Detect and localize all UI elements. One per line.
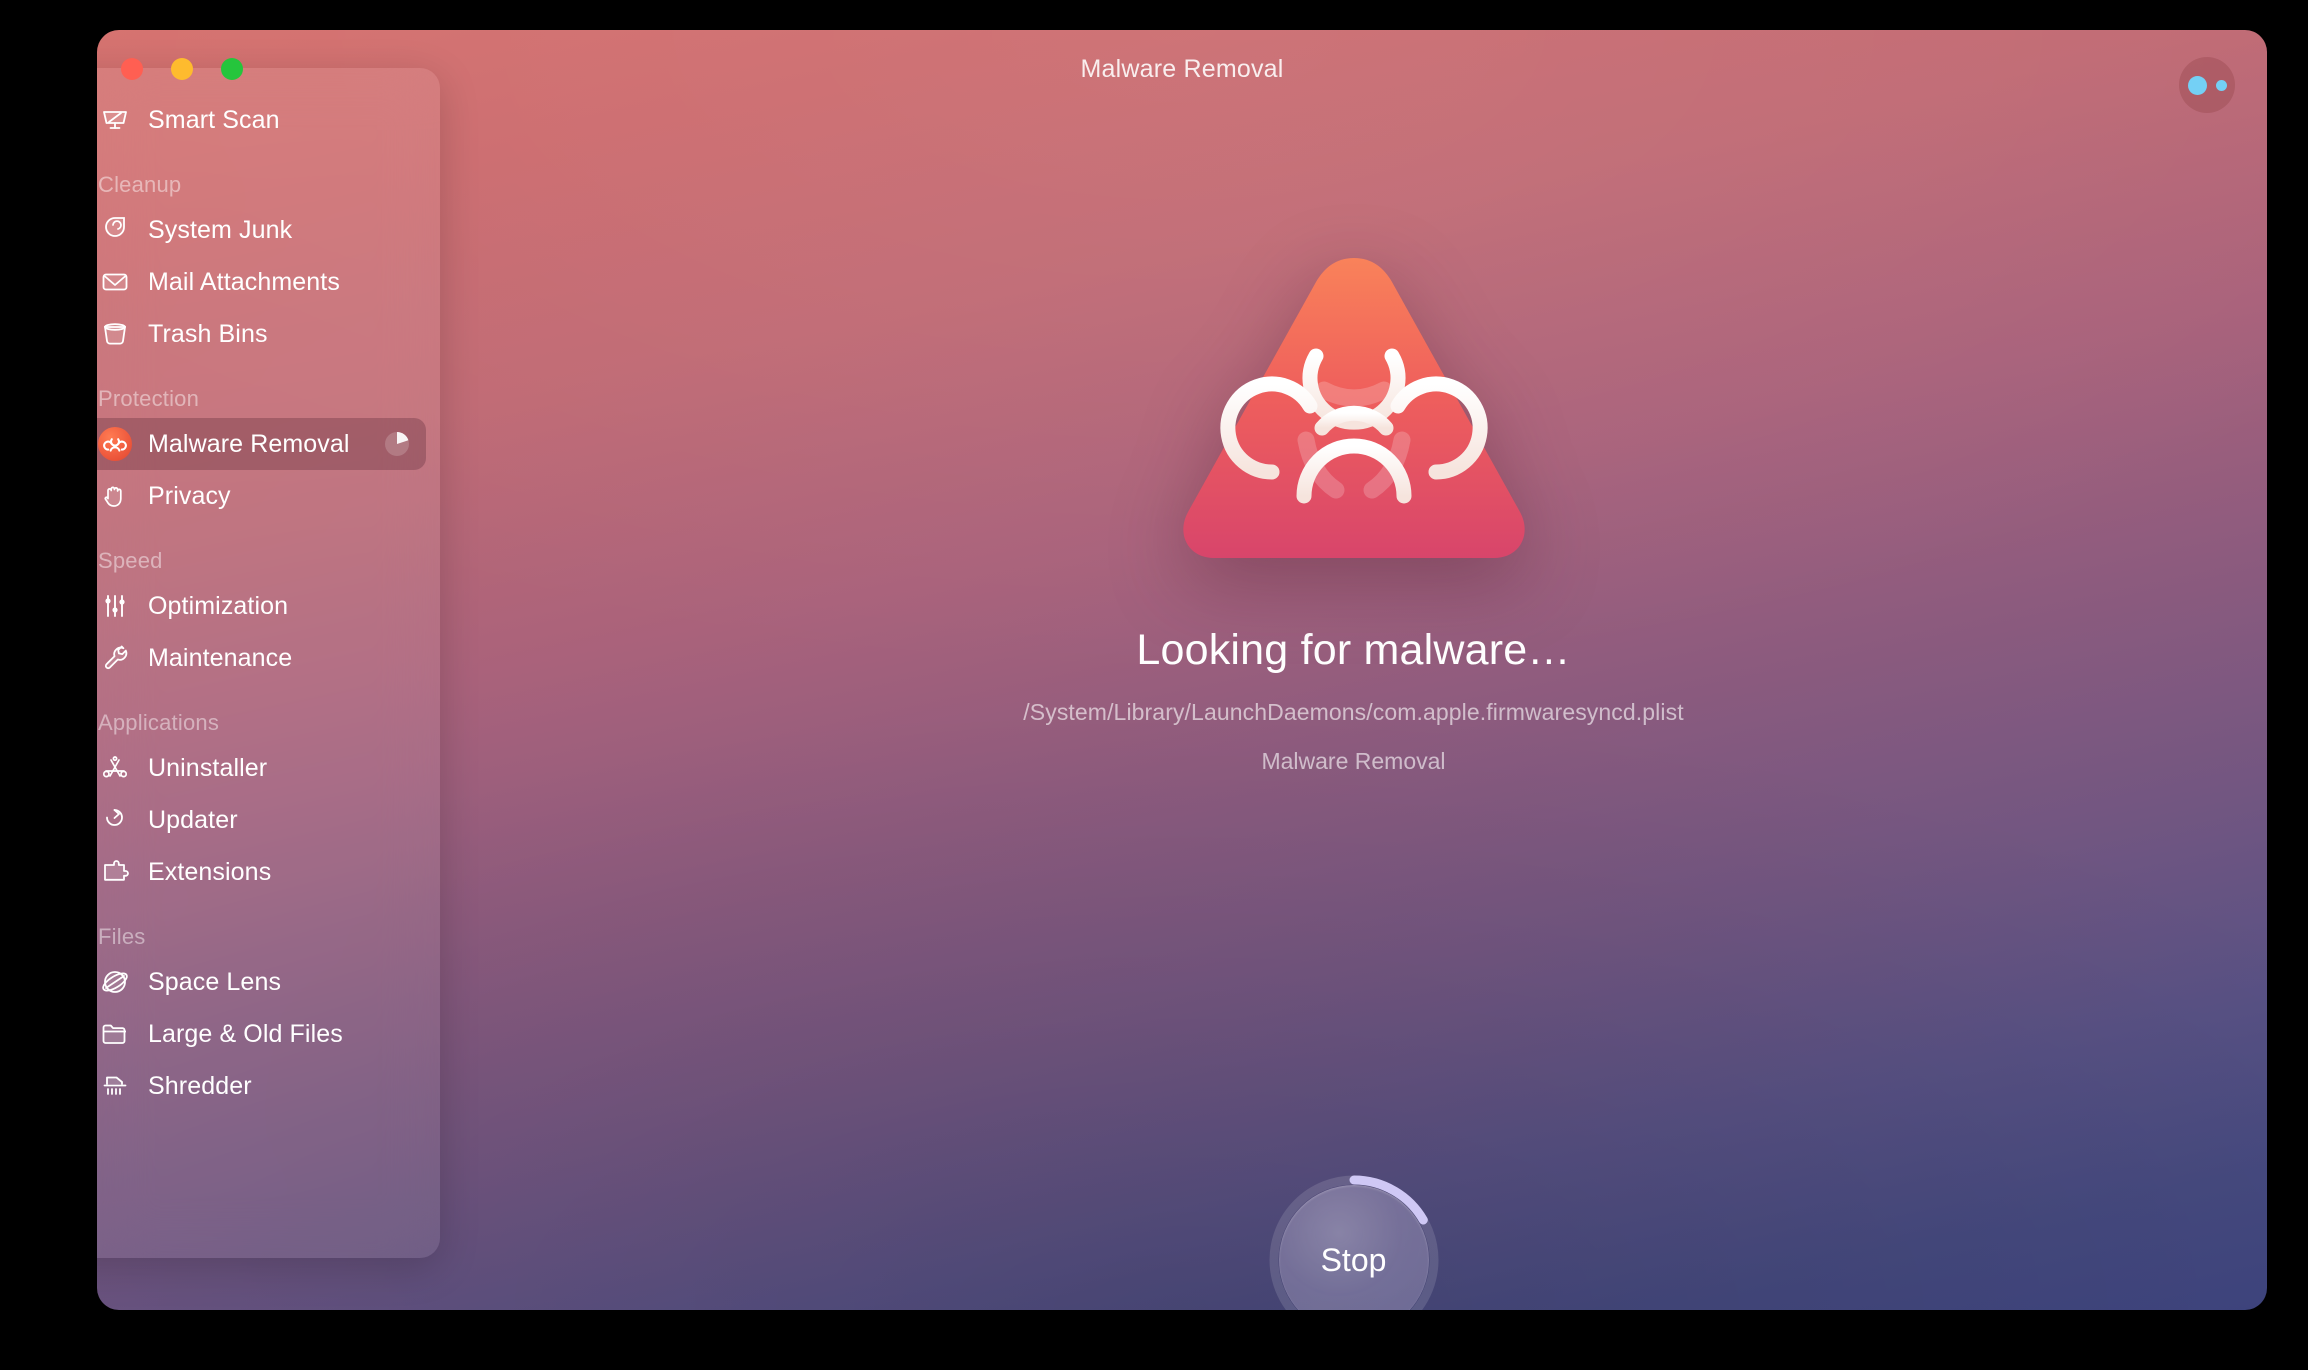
sidebar-item-uninstaller[interactable]: Uninstaller xyxy=(97,742,426,794)
app-window: Malware Removal Looking for malware… /Sy… xyxy=(97,30,2267,1310)
assistant-dot-small-icon xyxy=(2215,79,2227,91)
sidebar-group-applications: Applications xyxy=(98,710,220,735)
assistant-dot-large-icon xyxy=(2187,75,2207,95)
shredder-icon xyxy=(98,1069,132,1103)
sidebar-item-label: Smart Scan xyxy=(148,105,280,134)
titlebar: Malware Removal xyxy=(97,30,2267,113)
sidebar-group-protection: Protection xyxy=(98,386,200,411)
main-content: Looking for malware… /System/Library/Lau… xyxy=(440,108,2267,1310)
sidebar-item-system-junk[interactable]: System Junk xyxy=(97,204,426,256)
sidebar-item-label: Extensions xyxy=(148,857,272,886)
system-junk-icon xyxy=(98,213,132,247)
sidebar-item-label: Large & Old Files xyxy=(148,1019,343,1048)
hand-icon xyxy=(98,479,132,513)
space-lens-icon xyxy=(98,965,132,999)
assistant-button[interactable] xyxy=(2179,57,2235,113)
sidebar-item-label: Mail Attachments xyxy=(148,267,340,296)
sidebar-group-cleanup: Cleanup xyxy=(98,172,182,197)
scan-progress-stop-control: Stop xyxy=(1266,1172,1442,1310)
sliders-icon xyxy=(98,589,132,623)
sidebar-item-space-lens[interactable]: Space Lens xyxy=(97,956,426,1008)
status-current-path: /System/Library/LaunchDaemons/com.apple.… xyxy=(1023,699,1684,725)
folder-icon xyxy=(98,1017,132,1051)
sidebar-item-updater[interactable]: Updater xyxy=(97,794,426,846)
updater-arrow-icon xyxy=(98,803,132,837)
sidebar-item-shredder[interactable]: Shredder xyxy=(97,1060,426,1112)
sidebar-item-label: Space Lens xyxy=(148,967,282,996)
biohazard-icon xyxy=(98,427,132,461)
biohazard-triangle-icon xyxy=(1176,250,1532,570)
sidebar-item-label: Maintenance xyxy=(148,643,293,672)
sidebar-group-files: Files xyxy=(98,924,146,949)
sidebar-item-label: System Junk xyxy=(148,215,293,244)
page-title: Malware Removal xyxy=(1080,55,1284,83)
sidebar-item-label: Malware Removal xyxy=(148,429,350,458)
smart-scan-icon xyxy=(98,103,132,137)
scan-progress-pie-icon xyxy=(384,431,410,457)
sidebar-item-privacy[interactable]: Privacy xyxy=(97,470,426,522)
wrench-icon xyxy=(98,641,132,675)
sidebar-item-mail-attachments[interactable]: Mail Attachments xyxy=(97,256,426,308)
uninstaller-icon xyxy=(98,751,132,785)
sidebar-item-malware-removal[interactable]: Malware Removal xyxy=(97,418,426,470)
sidebar-item-label: Privacy xyxy=(148,481,231,510)
status-title: Looking for malware… xyxy=(1136,626,1571,674)
sidebar-item-optimization[interactable]: Optimization xyxy=(97,580,426,632)
sidebar-item-trash-bins[interactable]: Trash Bins xyxy=(97,308,426,360)
sidebar-item-label: Uninstaller xyxy=(148,753,268,782)
sidebar-item-label: Shredder xyxy=(148,1071,252,1100)
sidebar-item-maintenance[interactable]: Maintenance xyxy=(97,632,426,684)
sidebar-item-extensions[interactable]: Extensions xyxy=(97,846,426,898)
mail-icon xyxy=(98,265,132,299)
puzzle-piece-icon xyxy=(98,855,132,889)
status-module-name: Malware Removal xyxy=(1261,748,1446,774)
sidebar-group-speed: Speed xyxy=(98,548,163,573)
sidebar: Smart Scan Cleanup System Junk Mail Atta… xyxy=(97,68,440,1258)
sidebar-item-label: Trash Bins xyxy=(148,319,268,348)
sidebar-item-label: Optimization xyxy=(148,591,289,620)
sidebar-item-label: Updater xyxy=(148,805,238,834)
trash-bin-icon xyxy=(98,317,132,351)
sidebar-item-large-and-old-files[interactable]: Large & Old Files xyxy=(97,1008,426,1060)
